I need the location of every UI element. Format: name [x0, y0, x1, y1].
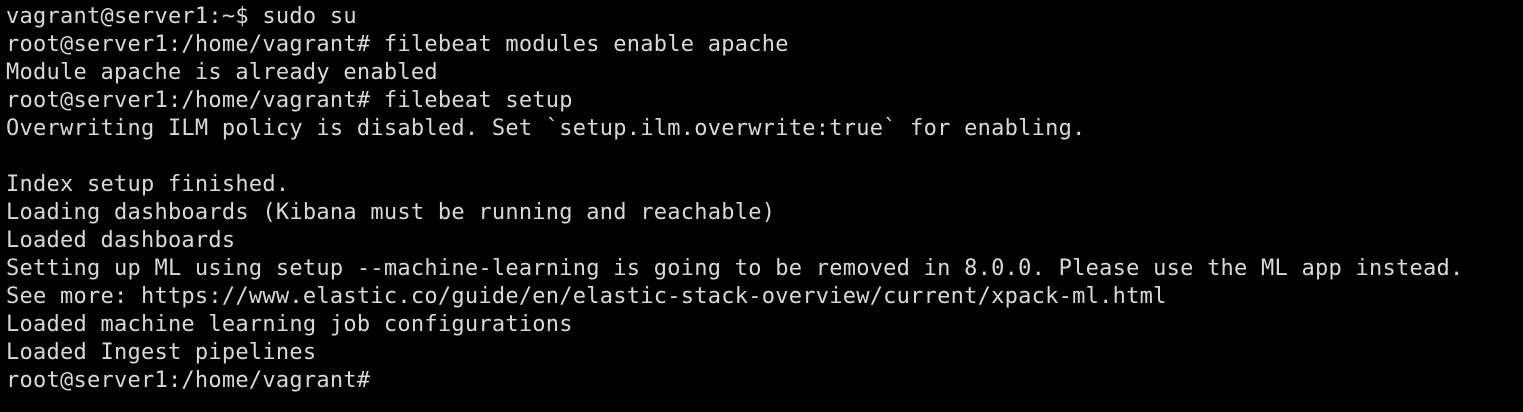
terminal-prompt-line[interactable]: root@server1:/home/vagrant#	[6, 367, 1523, 395]
terminal-cursor	[384, 369, 396, 391]
terminal-line: vagrant@server1:~$ sudo su	[6, 4, 357, 29]
terminal-line: root@server1:/home/vagrant# filebeat mod…	[6, 32, 789, 57]
terminal-line: Setting up ML using setup --machine-lear…	[6, 256, 1464, 281]
terminal-line: Loading dashboards (Kibana must be runni…	[6, 200, 776, 225]
terminal-line: Overwriting ILM policy is disabled. Set …	[6, 116, 1086, 141]
terminal-line: Loaded dashboards	[6, 228, 236, 253]
terminal-line: See more: https://www.elastic.co/guide/e…	[6, 284, 1167, 309]
terminal-line: Module apache is already enabled	[6, 60, 438, 85]
terminal-line: root@server1:/home/vagrant# filebeat set…	[6, 88, 573, 113]
terminal-window[interactable]: vagrant@server1:~$ sudo su root@server1:…	[0, 0, 1523, 412]
terminal-prompt: root@server1:/home/vagrant#	[6, 368, 384, 393]
terminal-line: Loaded Ingest pipelines	[6, 340, 317, 365]
terminal-line: Index setup finished.	[6, 172, 290, 197]
terminal-line: Loaded machine learning job configuratio…	[6, 312, 573, 337]
